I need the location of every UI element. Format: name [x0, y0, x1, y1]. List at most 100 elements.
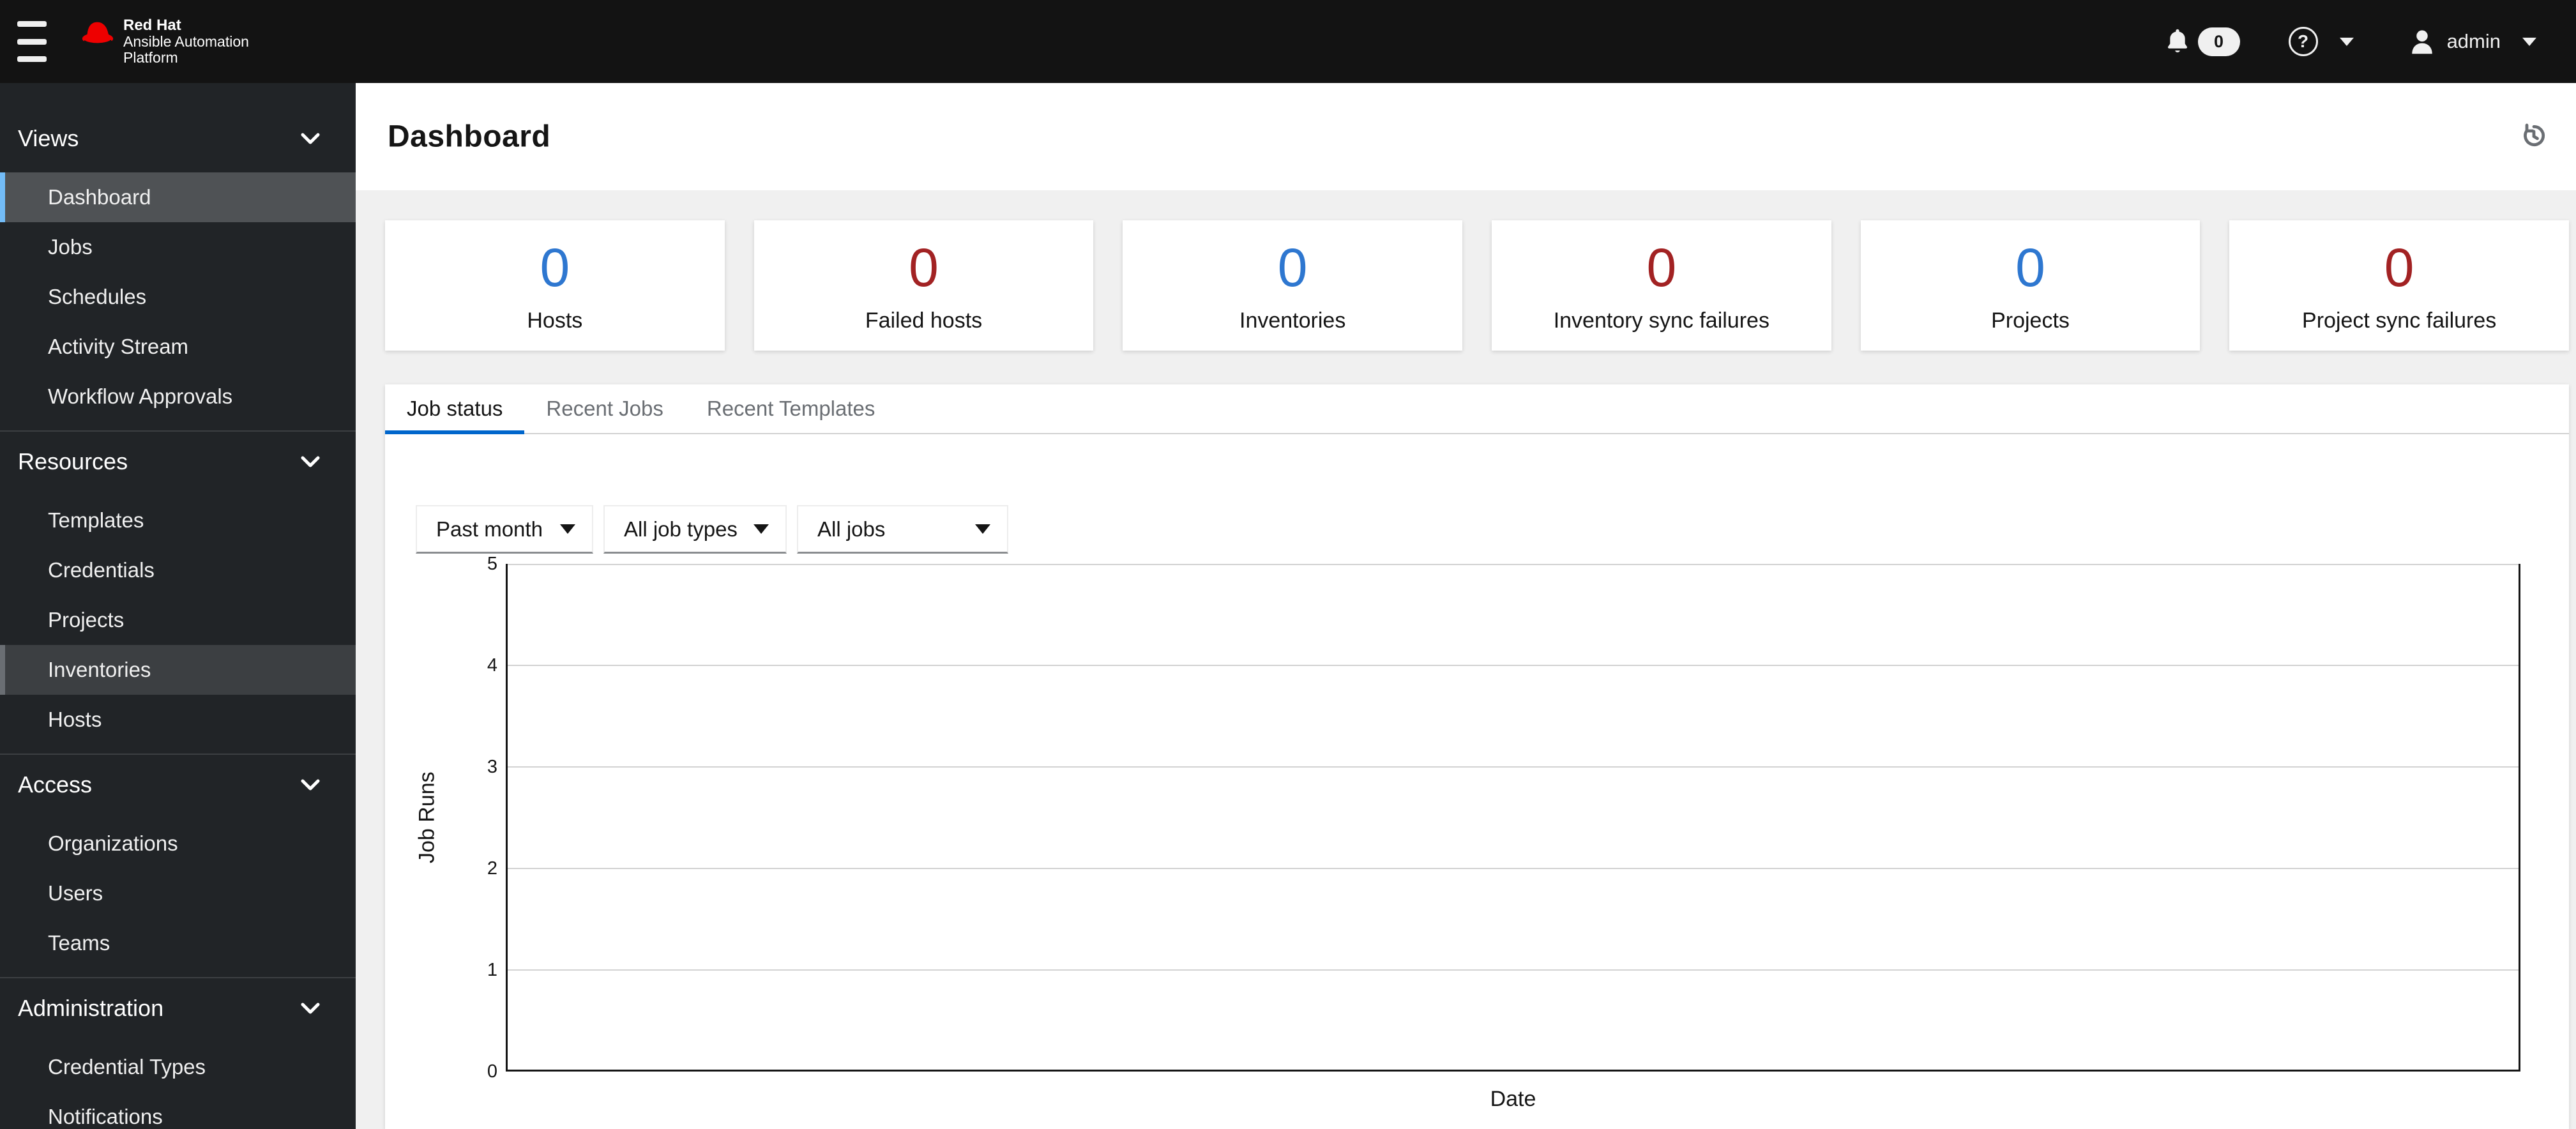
- history-icon[interactable]: [2520, 122, 2548, 152]
- y-tick-label-2: 2: [487, 858, 497, 879]
- gridline-y4: [508, 665, 2519, 666]
- masthead: Red Hat Ansible Automation Platform 0 ? …: [0, 0, 2576, 83]
- filter-select-period[interactable]: Past month: [416, 505, 593, 554]
- tab-recent-jobs[interactable]: Recent Jobs: [524, 384, 685, 433]
- sidebar-item-organizations[interactable]: Organizations: [0, 819, 356, 868]
- card-label: Hosts: [527, 308, 583, 333]
- user-menu-label[interactable]: admin: [2447, 30, 2501, 53]
- nav-items-views: Dashboard Jobs Schedules Activity Stream Wor…: [0, 172, 356, 421]
- filter-value: All job types: [624, 517, 738, 541]
- nav-items-administration: Credential Types Notifications: [0, 1042, 356, 1129]
- card-value-link[interactable]: 0: [754, 238, 1094, 297]
- tab-job-status[interactable]: Job status: [385, 384, 525, 434]
- chevron-down-icon: [301, 133, 320, 144]
- nav-toggle-button[interactable]: [17, 21, 47, 62]
- y-tick-label-3: 3: [487, 757, 497, 777]
- sidebar-item-activity-stream[interactable]: Activity Stream: [0, 322, 356, 372]
- help-icon[interactable]: ?: [2288, 27, 2318, 56]
- chevron-down-icon: [301, 779, 320, 790]
- nav-group-toggle-administration[interactable]: Administration: [0, 987, 356, 1029]
- help-chevron-down-icon[interactable]: [2339, 37, 2354, 46]
- card-label: Project sync failures: [2302, 308, 2497, 333]
- page-title: Dashboard: [388, 119, 551, 154]
- chevron-down-icon: [754, 524, 769, 534]
- y-tick-label-4: 4: [487, 655, 497, 676]
- user-avatar-icon[interactable]: [2409, 27, 2436, 56]
- chevron-down-icon: [301, 1003, 320, 1013]
- y-tick-label-5: 5: [487, 554, 497, 574]
- job-runs-chart: 5 4 3 2 1 0: [487, 554, 2520, 1082]
- redhat-fedora-icon: [82, 22, 114, 46]
- summary-card-hosts: 0 Hosts: [385, 220, 725, 351]
- summary-card-project-sync-failures: 0 Project sync failures: [2229, 220, 2569, 351]
- chart-xlabel: Date: [1490, 1087, 1536, 1111]
- sidebar-item-credential-types[interactable]: Credential Types: [0, 1042, 356, 1092]
- sidebar-item-jobs[interactable]: Jobs: [0, 222, 356, 272]
- chevron-down-icon: [301, 456, 320, 467]
- notifications-bell-icon[interactable]: [2165, 27, 2190, 56]
- tab-recent-templates[interactable]: Recent Templates: [685, 384, 897, 433]
- sidebar-item-dashboard[interactable]: Dashboard: [0, 172, 356, 222]
- sidebar-nav: Views Dashboard Jobs Schedules Activity Stre…: [0, 83, 356, 1129]
- chevron-down-icon: [975, 524, 990, 534]
- card-value-link[interactable]: 0: [1492, 238, 1831, 297]
- card-value-link[interactable]: 0: [2229, 238, 2569, 297]
- card-value-link[interactable]: 0: [385, 238, 725, 297]
- summary-card-projects: 0 Projects: [1860, 220, 2201, 351]
- filter-value: Past month: [436, 517, 543, 541]
- summary-card-inventory-sync-failures: 0 Inventory sync failures: [1492, 220, 1831, 351]
- gridline-y2: [508, 868, 2519, 869]
- page-header: Dashboard: [356, 83, 2576, 190]
- sidebar-item-notifications[interactable]: Notifications: [0, 1092, 356, 1129]
- summary-cards: 0 Hosts 0 Failed hosts 0 Inventories 0 Inventor…: [385, 220, 2569, 351]
- sidebar-item-teams[interactable]: Teams: [0, 918, 356, 968]
- card-value-link[interactable]: 0: [1123, 238, 1462, 297]
- brand-product-line2: Platform: [123, 49, 178, 66]
- nav-group-divider: [0, 430, 356, 432]
- sidebar-item-hosts[interactable]: Hosts: [0, 695, 356, 745]
- gridline-y1: [508, 969, 2519, 971]
- filter-select-job-selection[interactable]: All jobs: [797, 505, 1008, 554]
- filter-value: All jobs: [817, 517, 886, 541]
- y-tick-label-0: 0: [487, 1061, 497, 1082]
- y-tick-label-1: 1: [487, 960, 497, 980]
- filter-select-job-type[interactable]: All job types: [603, 505, 787, 554]
- summary-card-inventories: 0 Inventories: [1123, 220, 1462, 351]
- user-chevron-down-icon[interactable]: [2522, 37, 2536, 46]
- sidebar-item-credentials[interactable]: Credentials: [0, 545, 356, 595]
- brand-product-line1: Ansible Automation: [123, 33, 249, 50]
- sidebar-item-inventories[interactable]: Inventories: [0, 645, 356, 695]
- summary-card-failed-hosts: 0 Failed hosts: [754, 220, 1094, 351]
- main-content: Dashboard 0 Hosts 0 Failed hosts 0 Inventorie…: [356, 83, 2576, 1129]
- nav-group-divider: [0, 754, 356, 755]
- nav-group-label: Administration: [18, 995, 164, 1021]
- brand-logo: Red Hat Ansible Automation Platform: [79, 17, 249, 66]
- job-status-panel: Job status Recent Jobs Recent Templates Pa…: [385, 384, 2569, 1129]
- sidebar-item-users[interactable]: Users: [0, 868, 356, 918]
- masthead-toolbar: 0 ? admin: [2165, 27, 2536, 56]
- nav-group-divider: [0, 977, 356, 978]
- nav-group-label: Access: [18, 771, 93, 798]
- gridline-y5: [508, 564, 2519, 565]
- chevron-down-icon: [560, 524, 575, 534]
- nav-group-label: Resources: [18, 448, 128, 474]
- nav-group-toggle-views[interactable]: Views: [0, 117, 356, 160]
- card-label: Inventories: [1239, 308, 1346, 333]
- nav-group-toggle-access[interactable]: Access: [0, 764, 356, 806]
- card-value-link[interactable]: 0: [1861, 238, 2201, 297]
- nav-group-label: Views: [18, 125, 79, 151]
- sidebar-item-templates[interactable]: Templates: [0, 496, 356, 545]
- brand-text: Red Hat Ansible Automation Platform: [123, 17, 249, 66]
- sidebar-item-workflow-approvals[interactable]: Workflow Approvals: [0, 372, 356, 421]
- nav-items-access: Organizations Users Teams: [0, 819, 356, 968]
- sidebar-item-projects[interactable]: Projects: [0, 595, 356, 645]
- card-label: Projects: [1991, 308, 2070, 333]
- gridline-y3: [508, 766, 2519, 768]
- nav-items-resources: Templates Credentials Projects Inventories H…: [0, 496, 356, 745]
- sidebar-item-schedules[interactable]: Schedules: [0, 272, 356, 322]
- chart-filters: Past month All job types All jobs: [416, 505, 1019, 554]
- notification-count-badge[interactable]: 0: [2197, 27, 2240, 56]
- card-label: Failed hosts: [865, 308, 983, 333]
- card-label: Inventory sync failures: [1553, 308, 1769, 333]
- nav-group-toggle-resources[interactable]: Resources: [0, 441, 356, 483]
